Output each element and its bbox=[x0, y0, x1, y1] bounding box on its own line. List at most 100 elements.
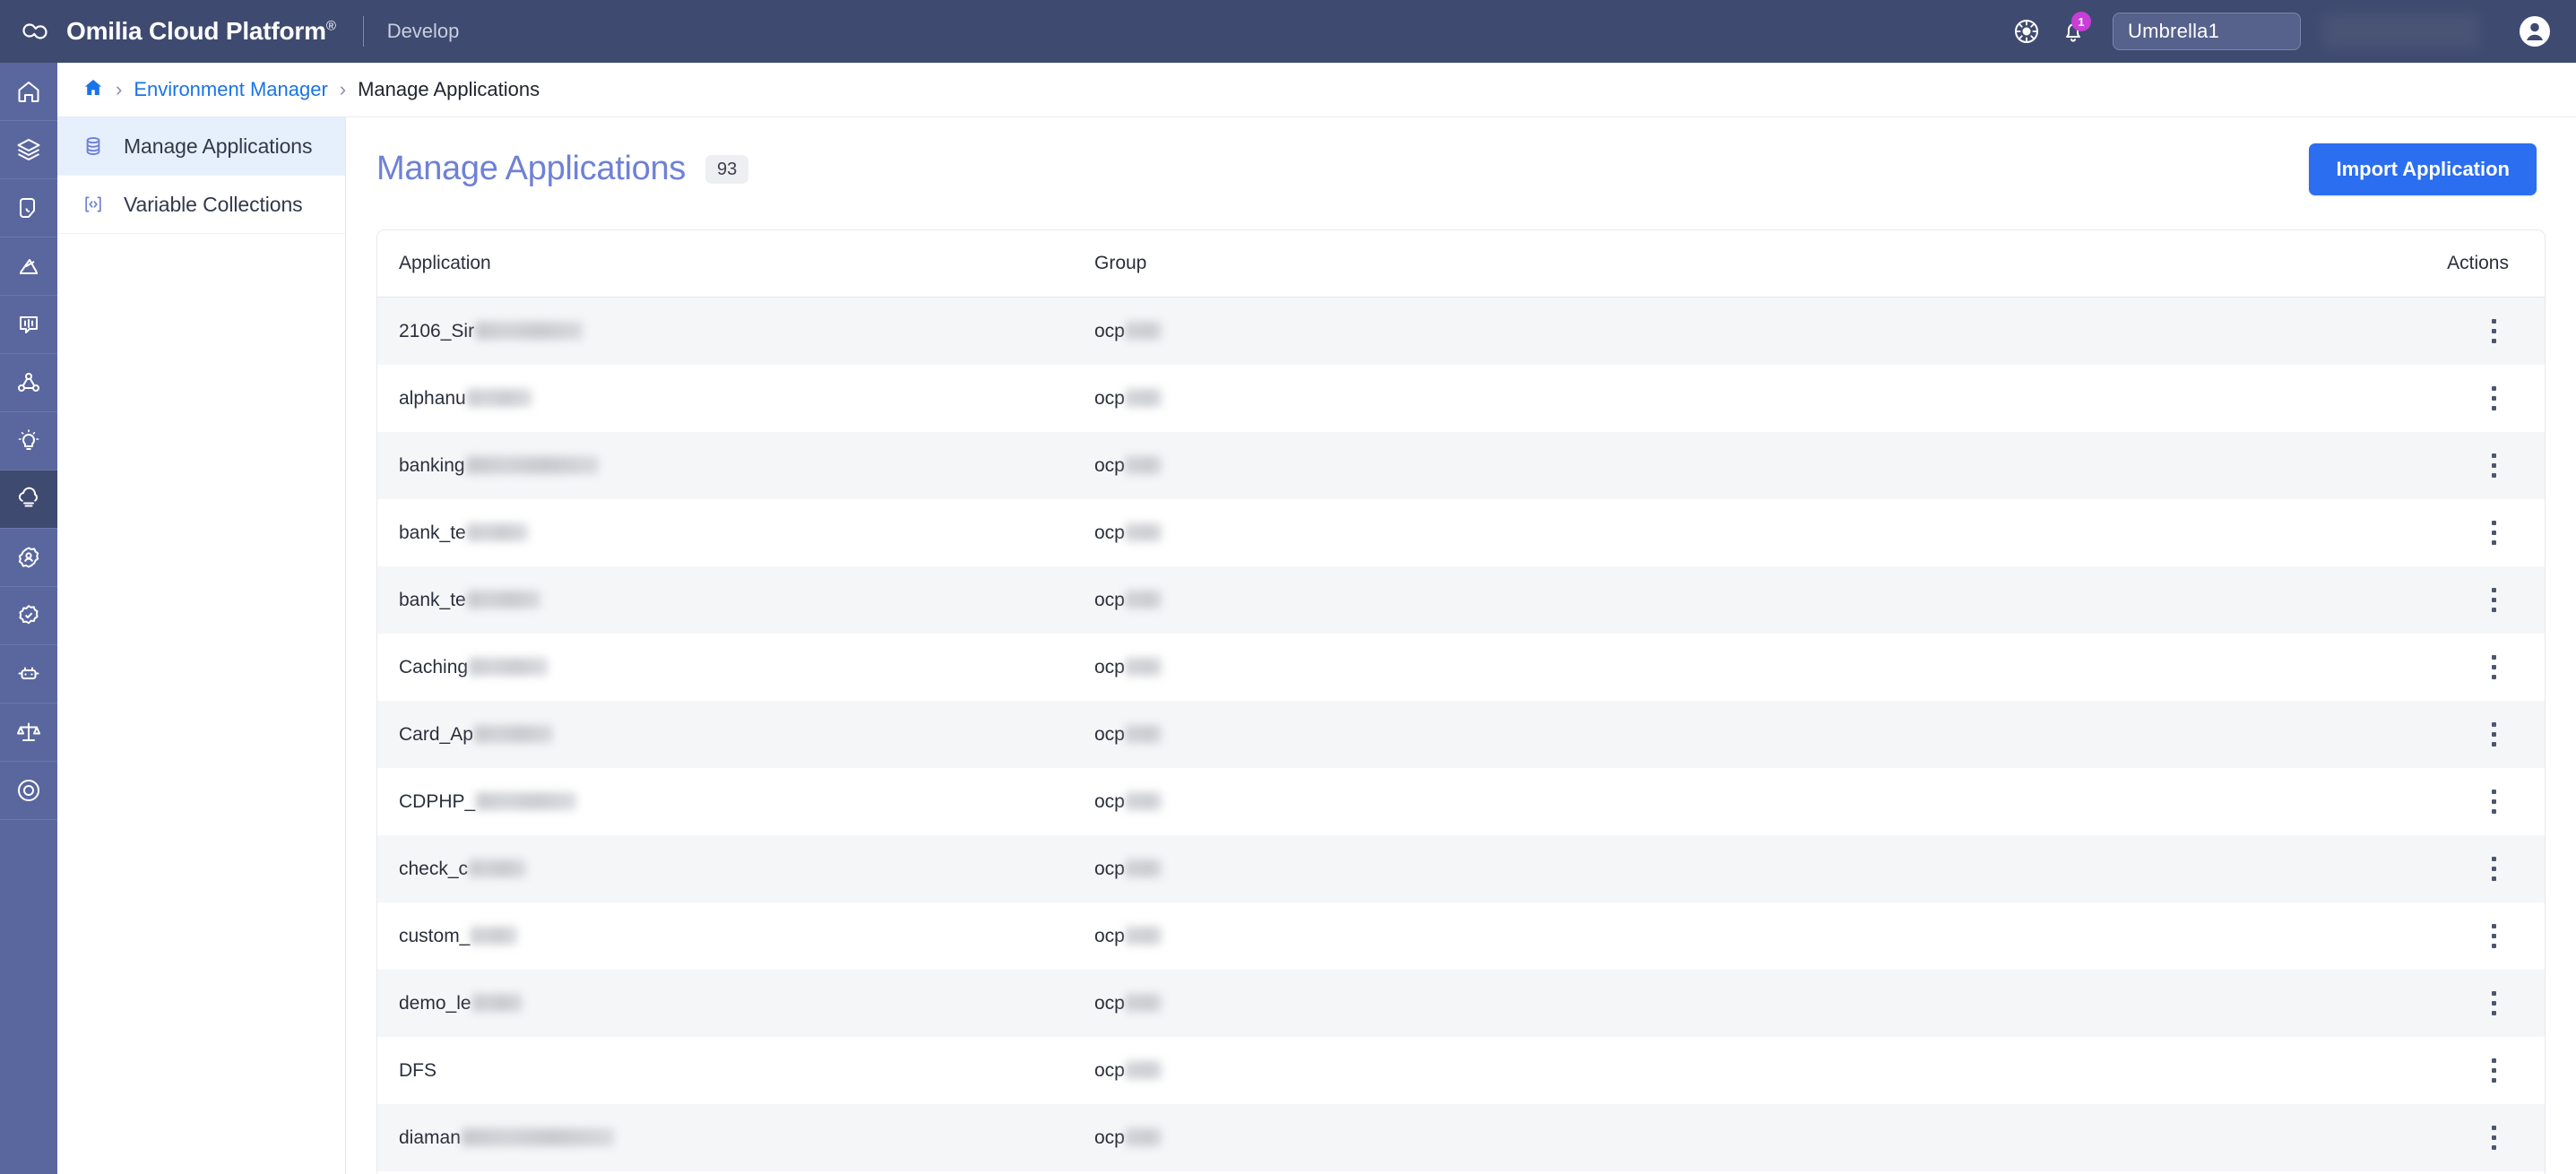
rail-item-analytics[interactable] bbox=[0, 237, 57, 296]
page-header: Manage Applications 93 Import Applicatio… bbox=[346, 117, 2576, 220]
database-icon bbox=[82, 135, 113, 157]
import-application-button[interactable]: Import Application bbox=[2309, 142, 2537, 195]
cell-actions bbox=[2286, 381, 2545, 417]
more-vertical-icon[interactable] bbox=[2478, 381, 2509, 417]
rail-item-quality-assurance[interactable] bbox=[0, 587, 57, 645]
brand-block[interactable]: Omilia Cloud Platform® bbox=[0, 0, 336, 63]
rail-item-environment-manager[interactable] bbox=[0, 470, 57, 529]
redacted-application-suffix bbox=[473, 724, 553, 743]
application-name: CDPHP_ bbox=[399, 790, 476, 812]
tenant-selector[interactable]: Umbrella1 bbox=[2113, 13, 2301, 50]
more-vertical-icon[interactable] bbox=[2478, 851, 2509, 887]
table-row[interactable]: bank_te ocp bbox=[377, 566, 2545, 634]
rail-item-applications[interactable] bbox=[0, 121, 57, 179]
home-icon bbox=[15, 78, 42, 105]
rail-item-support[interactable] bbox=[0, 762, 57, 820]
network-nodes-icon bbox=[15, 369, 42, 396]
more-vertical-icon[interactable] bbox=[2478, 314, 2509, 350]
breadcrumb-item-environment-manager[interactable]: Environment Manager bbox=[134, 78, 327, 101]
group-name: ocp bbox=[1094, 454, 1125, 476]
redacted-topbar-control[interactable] bbox=[2322, 13, 2479, 49]
table-row[interactable]: bank_te ocp bbox=[377, 499, 2545, 566]
group-name: ocp bbox=[1094, 858, 1125, 879]
table-row[interactable]: Caching ocp bbox=[377, 634, 2545, 701]
speech-waveform-icon bbox=[15, 311, 42, 338]
table-row[interactable]: diaman ocp bbox=[377, 1104, 2545, 1171]
tag-hand-icon bbox=[15, 194, 42, 221]
group-name: ocp bbox=[1094, 387, 1125, 409]
more-vertical-icon[interactable] bbox=[2478, 919, 2509, 954]
badge-check-icon bbox=[15, 602, 42, 629]
table-row[interactable]: DFS ocp bbox=[377, 1037, 2545, 1104]
redacted-application-suffix bbox=[476, 791, 577, 810]
table-row[interactable]: Card_Ap ocp bbox=[377, 701, 2545, 768]
breadcrumb-separator: › bbox=[339, 78, 347, 100]
cell-group: ocp bbox=[1094, 522, 2286, 544]
main-content: Manage Applications 93 Import Applicatio… bbox=[346, 117, 2576, 1174]
rail-item-automation[interactable] bbox=[0, 645, 57, 704]
layers-icon bbox=[15, 136, 42, 163]
table-row[interactable]: CDPHP_ ocp bbox=[377, 768, 2545, 835]
more-vertical-icon[interactable] bbox=[2478, 515, 2509, 551]
cell-group: ocp bbox=[1094, 657, 2286, 678]
cell-group: ocp bbox=[1094, 724, 2286, 746]
brand-divider bbox=[362, 16, 364, 47]
cell-actions bbox=[2286, 919, 2545, 954]
more-vertical-icon[interactable] bbox=[2478, 986, 2509, 1022]
sidebar-item-manage-applications[interactable]: Manage Applications bbox=[57, 117, 345, 176]
rail-item-insights[interactable] bbox=[0, 412, 57, 470]
cell-application: CDPHP_ bbox=[377, 791, 1094, 813]
redacted-application-suffix bbox=[466, 590, 540, 609]
cell-application: Card_Ap bbox=[377, 724, 1094, 746]
group-name: ocp bbox=[1094, 589, 1125, 610]
more-vertical-icon[interactable] bbox=[2478, 583, 2509, 618]
redacted-application-suffix bbox=[466, 388, 532, 407]
cell-actions bbox=[2286, 1120, 2545, 1156]
brand-title: Omilia Cloud Platform® bbox=[66, 17, 336, 46]
cell-actions bbox=[2286, 650, 2545, 686]
rail-item-conversations[interactable] bbox=[0, 296, 57, 354]
table-row[interactable]: banking ocp bbox=[377, 432, 2545, 499]
table-row[interactable]: 2106_Sir ocp bbox=[377, 298, 2545, 365]
cell-group: ocp bbox=[1094, 993, 2286, 1014]
rail-item-tagging[interactable] bbox=[0, 179, 57, 237]
table-row[interactable]: demo_le ocp bbox=[377, 970, 2545, 1037]
table-row[interactable]: custom_ ocp bbox=[377, 902, 2545, 970]
cell-group: ocp bbox=[1094, 1127, 2286, 1149]
breadcrumb-home-icon[interactable] bbox=[82, 77, 104, 103]
application-name: check_c bbox=[399, 858, 469, 879]
omilia-cloud-logo-icon bbox=[18, 13, 54, 49]
bell-icon[interactable]: 1 bbox=[2050, 8, 2096, 55]
secondary-sidebar: Manage Applications Variable Collections bbox=[57, 117, 346, 1174]
cell-actions bbox=[2286, 448, 2545, 484]
redacted-application-suffix bbox=[466, 522, 528, 541]
cell-application: bank_te bbox=[377, 590, 1094, 611]
user-avatar-icon[interactable] bbox=[2513, 10, 2556, 53]
application-name: alphanu bbox=[399, 387, 466, 409]
column-header-application: Application bbox=[399, 253, 491, 273]
topbar-actions: 1 Umbrella1 bbox=[2003, 0, 2576, 63]
group-name: ocp bbox=[1094, 1127, 1125, 1148]
rail-item-home[interactable] bbox=[0, 63, 57, 121]
more-vertical-icon[interactable] bbox=[2478, 1053, 2509, 1089]
theme-wheel-icon[interactable] bbox=[2003, 8, 2050, 55]
more-vertical-icon[interactable] bbox=[2478, 717, 2509, 753]
more-vertical-icon[interactable] bbox=[2478, 448, 2509, 484]
rail-item-user-management[interactable] bbox=[0, 529, 57, 587]
redacted-application-suffix bbox=[475, 321, 583, 340]
cell-application: check_c bbox=[377, 859, 1094, 880]
group-name: ocp bbox=[1094, 522, 1125, 543]
cell-group: ocp bbox=[1094, 926, 2286, 947]
group-name: ocp bbox=[1094, 723, 1125, 745]
sidebar-item-variable-collections[interactable]: Variable Collections bbox=[57, 176, 345, 234]
analytics-icon bbox=[15, 253, 42, 280]
more-vertical-icon[interactable] bbox=[2478, 1120, 2509, 1156]
more-vertical-icon[interactable] bbox=[2478, 650, 2509, 686]
code-brackets-icon bbox=[82, 194, 113, 215]
rail-item-flows[interactable] bbox=[0, 354, 57, 412]
more-vertical-icon[interactable] bbox=[2478, 784, 2509, 820]
group-name: ocp bbox=[1094, 790, 1125, 812]
table-row[interactable]: check_c ocp bbox=[377, 835, 2545, 902]
rail-item-compliance[interactable] bbox=[0, 704, 57, 762]
table-row[interactable]: alphanu ocp bbox=[377, 365, 2545, 432]
